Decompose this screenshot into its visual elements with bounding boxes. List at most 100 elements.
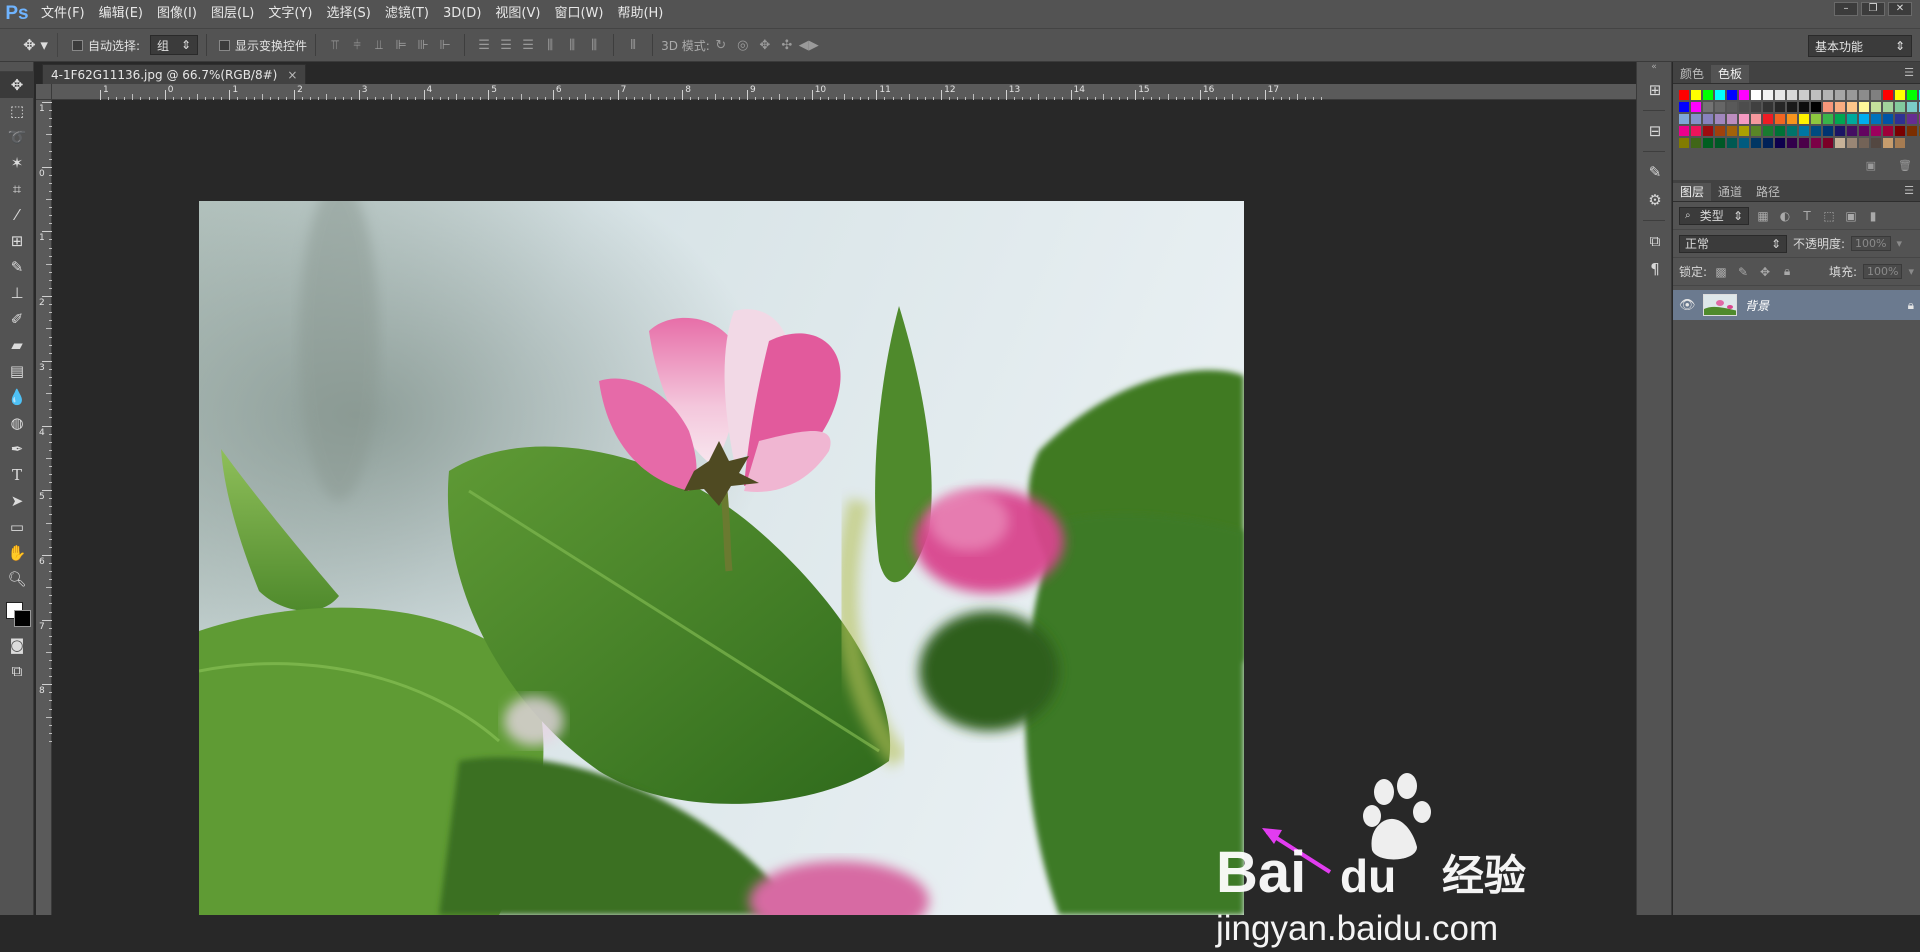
color-swatch[interactable] xyxy=(1715,126,1725,136)
color-swatch[interactable] xyxy=(1847,114,1857,124)
layer-filter-select[interactable]: ⌕ 类型 ⇕ xyxy=(1679,206,1749,225)
align-bottom-icon[interactable]: ⫫ xyxy=(368,34,390,56)
color-swatch[interactable] xyxy=(1859,102,1869,112)
color-swatch[interactable] xyxy=(1859,126,1869,136)
panel-menu-icon[interactable]: ☰ xyxy=(1904,66,1914,79)
show-transform-checkbox[interactable] xyxy=(219,39,231,51)
color-swatch[interactable] xyxy=(1823,126,1833,136)
align-top-icon[interactable]: ⫪ xyxy=(324,34,346,56)
eyedropper-tool-icon[interactable]: ⁄ xyxy=(0,202,34,228)
lock-transparent-icon[interactable]: ▩ xyxy=(1713,265,1729,279)
3d-rotate-icon[interactable]: ↻ xyxy=(710,34,732,56)
color-swatch[interactable] xyxy=(1751,138,1761,148)
color-swatch[interactable] xyxy=(1679,102,1689,112)
eye-icon[interactable]: 👁︎ xyxy=(1679,298,1696,313)
color-swatch[interactable] xyxy=(1871,102,1881,112)
color-swatch[interactable] xyxy=(1907,90,1917,100)
auto-align-icon[interactable]: ⫴ xyxy=(622,34,644,56)
horizontal-ruler[interactable]: 1 0 1 2 3 4 5 6 7 8 9 10 11 12 13 14 15 16 17 xyxy=(52,84,1636,100)
distribute-hcenter-icon[interactable]: ⫼ xyxy=(561,34,583,56)
color-swatch[interactable] xyxy=(1691,126,1701,136)
distribute-bottom-icon[interactable]: ☰ xyxy=(517,34,539,56)
menu-layer[interactable]: 图层(L) xyxy=(204,0,261,28)
color-swatch[interactable] xyxy=(1727,102,1737,112)
align-hcenter-icon[interactable]: ⊪ xyxy=(412,34,434,56)
color-swatch[interactable] xyxy=(1787,114,1797,124)
character-panel-icon[interactable]: ⧉ xyxy=(1637,227,1673,255)
filter-toggle-icon[interactable]: ▮ xyxy=(1865,209,1881,223)
clone-stamp-tool-icon[interactable]: ⊥ xyxy=(0,280,34,306)
vertical-ruler[interactable]: 1 0 1 2 3 4 5 6 7 8 xyxy=(36,100,52,915)
color-swatch[interactable] xyxy=(1847,126,1857,136)
color-swatch[interactable] xyxy=(1703,138,1713,148)
color-swatch[interactable] xyxy=(1895,90,1905,100)
color-swatch[interactable] xyxy=(1799,102,1809,112)
color-swatch[interactable] xyxy=(1703,90,1713,100)
crop-tool-icon[interactable]: ⌗ xyxy=(0,176,34,202)
color-swatch[interactable] xyxy=(1703,114,1713,124)
workspace-switcher[interactable]: 基本功能 ⇕ xyxy=(1808,35,1912,57)
color-swatch[interactable] xyxy=(1907,126,1917,136)
marquee-tool-icon[interactable]: ⬚ xyxy=(0,98,34,124)
color-swatch[interactable] xyxy=(1679,126,1689,136)
color-swatch[interactable] xyxy=(1751,102,1761,112)
menu-file[interactable]: 文件(F) xyxy=(34,0,92,28)
menu-help[interactable]: 帮助(H) xyxy=(610,0,670,28)
restore-icon[interactable]: ❐ xyxy=(1861,2,1885,16)
color-swatch[interactable] xyxy=(1811,90,1821,100)
dodge-tool-icon[interactable]: ◍ xyxy=(0,410,34,436)
menu-type[interactable]: 文字(Y) xyxy=(261,0,319,28)
color-swatch[interactable] xyxy=(1883,138,1893,148)
lock-image-icon[interactable]: ✎ xyxy=(1735,265,1751,279)
color-swatch[interactable] xyxy=(1823,138,1833,148)
color-swatch[interactable] xyxy=(1895,126,1905,136)
color-swatch[interactable] xyxy=(1847,90,1857,100)
rectangle-tool-icon[interactable]: ▭ xyxy=(0,514,34,540)
color-swatch[interactable] xyxy=(1823,114,1833,124)
quick-mask-icon[interactable]: ◙ xyxy=(0,632,34,658)
color-swatch[interactable] xyxy=(1835,126,1845,136)
color-swatch[interactable] xyxy=(1715,90,1725,100)
auto-select-dropdown[interactable]: 组 ⇕ xyxy=(150,35,199,55)
pen-tool-icon[interactable]: ✒ xyxy=(0,436,34,462)
color-swatch[interactable] xyxy=(1871,114,1881,124)
filter-type-icon[interactable]: T xyxy=(1799,209,1815,223)
menu-3d[interactable]: 3D(D) xyxy=(436,0,488,28)
color-swatch[interactable] xyxy=(1799,138,1809,148)
tab-swatches[interactable]: 色板 xyxy=(1711,65,1750,83)
menu-filter[interactable]: 滤镜(T) xyxy=(378,0,436,28)
color-swatch[interactable] xyxy=(1715,114,1725,124)
color-swatch[interactable] xyxy=(1679,114,1689,124)
eraser-tool-icon[interactable]: ▰ xyxy=(0,332,34,358)
ruler-origin[interactable] xyxy=(36,84,52,100)
minimize-icon[interactable]: – xyxy=(1834,2,1858,16)
color-swatch[interactable] xyxy=(1727,90,1737,100)
color-swatch[interactable] xyxy=(1859,90,1869,100)
color-swatch[interactable] xyxy=(1895,102,1905,112)
paragraph-panel-icon[interactable]: ¶ xyxy=(1637,255,1673,283)
color-swatch[interactable] xyxy=(1787,90,1797,100)
color-swatch[interactable] xyxy=(1871,138,1881,148)
color-swatch[interactable] xyxy=(1823,102,1833,112)
color-swatch[interactable] xyxy=(1883,90,1893,100)
align-vcenter-icon[interactable]: ⫩ xyxy=(346,34,368,56)
3d-scale-icon[interactable]: ◀▶ xyxy=(798,34,820,56)
menu-edit[interactable]: 编辑(E) xyxy=(92,0,150,28)
color-swatch[interactable] xyxy=(1859,138,1869,148)
brush-tool-icon[interactable]: ✎ xyxy=(0,254,34,280)
color-swatch[interactable] xyxy=(1823,90,1833,100)
image-canvas[interactable] xyxy=(199,201,1244,915)
color-swatch[interactable] xyxy=(1691,102,1701,112)
color-swatch[interactable] xyxy=(1847,102,1857,112)
path-selection-tool-icon[interactable]: ➤ xyxy=(0,488,34,514)
color-swatch[interactable] xyxy=(1679,90,1689,100)
color-swatch[interactable] xyxy=(1871,126,1881,136)
history-brush-tool-icon[interactable]: ✐ xyxy=(0,306,34,332)
close-tab-icon[interactable]: × xyxy=(287,68,297,82)
color-swatch[interactable] xyxy=(1763,126,1773,136)
color-swatch[interactable] xyxy=(1883,114,1893,124)
filter-pixel-icon[interactable]: ▦ xyxy=(1755,209,1771,223)
tab-paths[interactable]: 路径 xyxy=(1749,183,1787,201)
color-swatch[interactable] xyxy=(1883,126,1893,136)
color-swatch[interactable] xyxy=(1763,114,1773,124)
